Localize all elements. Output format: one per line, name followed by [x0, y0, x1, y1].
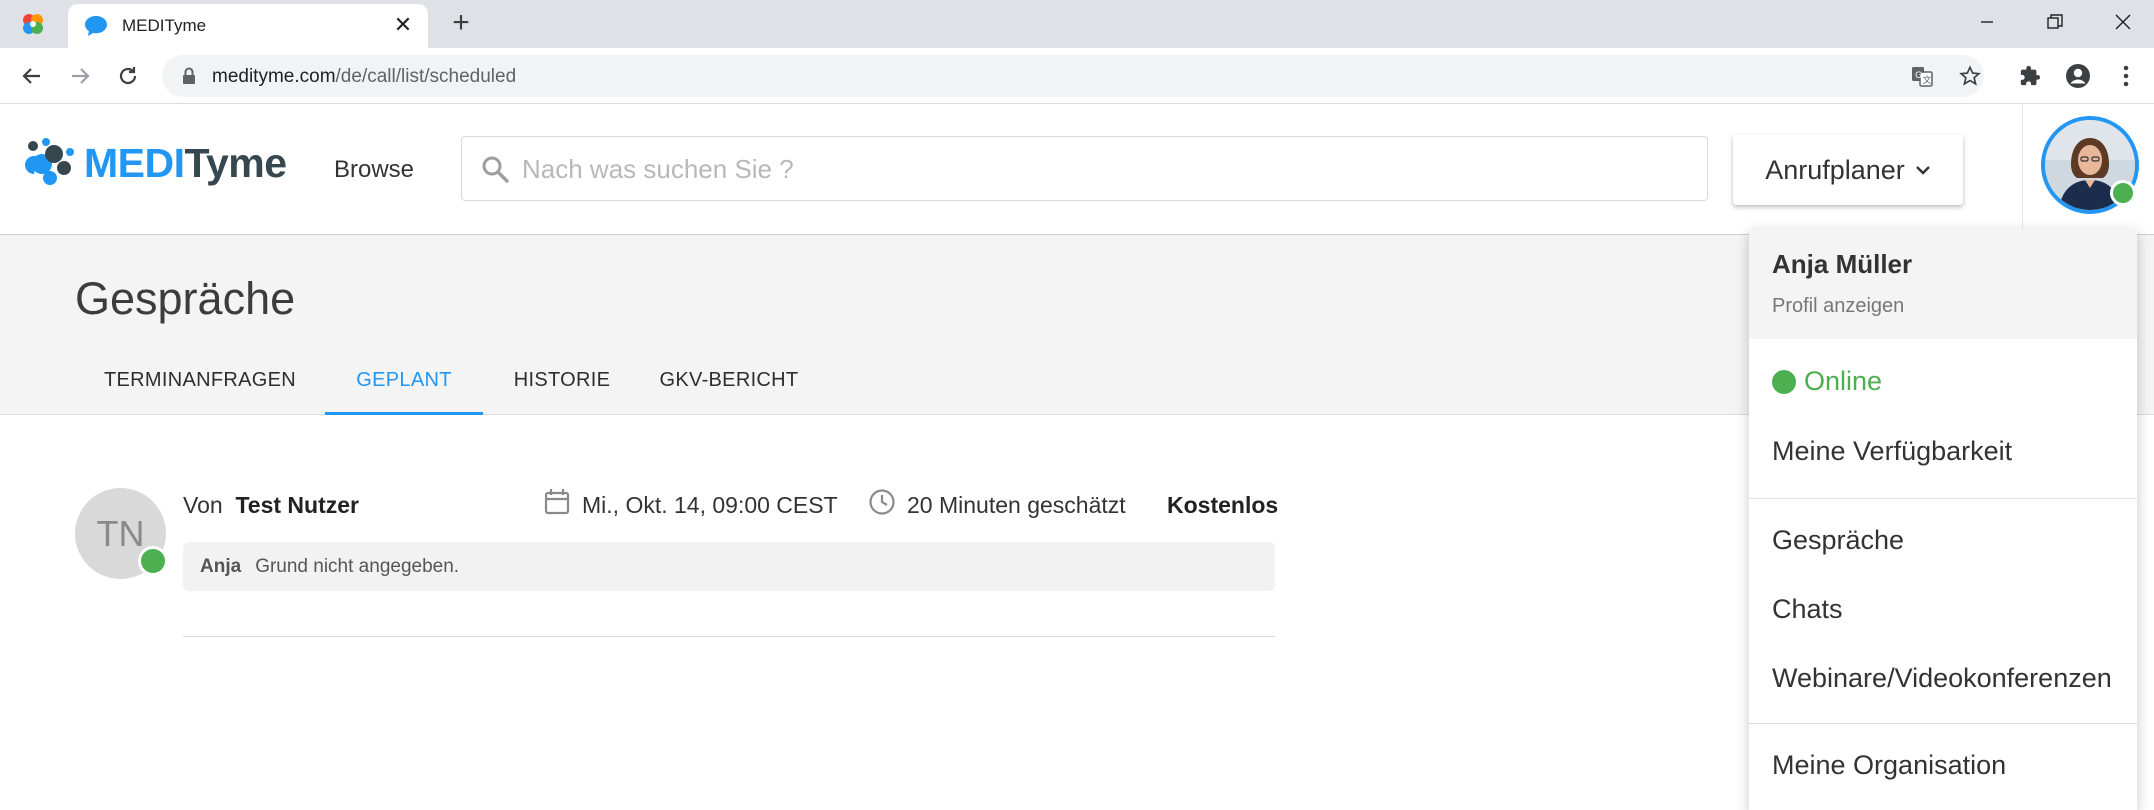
- menu-user-name: Anja Müller: [1772, 249, 1913, 279]
- browser-menu-dots-icon[interactable]: [2110, 60, 2142, 92]
- view-profile-link[interactable]: Profil anzeigen: [1772, 295, 1904, 318]
- list-divider: [183, 636, 1275, 637]
- search-box[interactable]: [461, 136, 1708, 201]
- app-header: MEDITyme Browse Anrufplaner: [0, 104, 2154, 235]
- pinned-tab-favicon-icon[interactable]: [18, 9, 48, 39]
- browser-tab-title: MEDITyme: [122, 16, 207, 35]
- menu-item-organization[interactable]: Meine Organisation: [1772, 750, 2006, 781]
- calendar-icon: [544, 488, 570, 516]
- svg-text:文: 文: [1923, 74, 1932, 86]
- profile-account-icon[interactable]: [2062, 60, 2094, 92]
- search-input[interactable]: [522, 149, 1672, 189]
- call-from: Von Test Nutzer: [183, 492, 359, 518]
- translate-icon[interactable]: G文: [1910, 64, 1934, 88]
- menu-item-chats[interactable]: Chats: [1772, 594, 1843, 625]
- back-arrow-icon[interactable]: [16, 60, 48, 92]
- online-status-dot: [1772, 369, 1796, 394]
- menu-item-availability[interactable]: Meine Verfügbarkeit: [1772, 436, 2012, 467]
- clock-icon: [868, 488, 896, 516]
- address-bar[interactable]: medityme.com/de/call/list/scheduled G文: [162, 55, 1984, 97]
- call-planner-label: Anrufplaner: [1765, 154, 1905, 185]
- logo-mark-icon: [25, 138, 74, 185]
- note-author: Anja: [200, 556, 242, 577]
- call-planner-dropdown-button[interactable]: Anrufplaner: [1733, 135, 1963, 205]
- call-duration: 20 Minuten geschätzt: [907, 492, 1126, 518]
- menu-profile-header[interactable]: Anja Müller Profil anzeigen: [1749, 229, 2137, 339]
- window-minimize-icon[interactable]: [1962, 4, 2012, 40]
- user-online-status-dot: [2110, 180, 2136, 206]
- tab-terminanfragen[interactable]: TERMINANFRAGEN: [84, 355, 316, 415]
- call-note: Anja Grund nicht angegeben.: [183, 542, 1275, 591]
- new-tab-plus-icon[interactable]: +: [446, 8, 476, 38]
- chevron-down-icon: [1915, 166, 1930, 175]
- logo-wordmark: MEDITyme: [84, 139, 287, 186]
- close-tab-icon[interactable]: ✕: [390, 12, 416, 38]
- header-divider: [2022, 104, 2023, 235]
- bookmark-star-icon[interactable]: [1958, 64, 1982, 88]
- caller-name[interactable]: Test Nutzer: [235, 492, 359, 518]
- menu-divider: [1749, 723, 2137, 724]
- call-price: Kostenlos: [1167, 492, 1279, 518]
- svg-text:G: G: [1915, 71, 1922, 81]
- forward-arrow-icon[interactable]: [64, 60, 96, 92]
- menu-item-calls[interactable]: Gespräche: [1772, 525, 1904, 556]
- browser-tab-active[interactable]: MEDITyme ✕: [68, 4, 428, 48]
- medityme-logo[interactable]: MEDITyme: [20, 134, 287, 192]
- tab-geplant[interactable]: GEPLANT: [325, 355, 483, 415]
- user-dropdown-menu: Anja Müller Profil anzeigen Online Meine…: [1749, 229, 2137, 810]
- window-close-icon[interactable]: [2098, 4, 2148, 40]
- tab-gkv-bericht[interactable]: GKV-BERICHT: [641, 355, 817, 415]
- extensions-puzzle-icon[interactable]: [2014, 60, 2046, 92]
- browser-toolbar: medityme.com/de/call/list/scheduled G文: [0, 48, 2154, 104]
- browser-tab-strip: MEDITyme ✕ +: [0, 0, 2154, 48]
- tab-historie[interactable]: HISTORIE: [492, 355, 632, 415]
- caller-online-status-dot: [138, 546, 168, 576]
- menu-item-webinars[interactable]: Webinare/Videokonferenzen: [1772, 663, 2112, 694]
- note-text: Grund nicht angegeben.: [255, 556, 460, 577]
- search-icon: [480, 154, 512, 186]
- menu-divider: [1749, 498, 2137, 499]
- window-restore-icon[interactable]: [2030, 4, 2080, 40]
- url-text: medityme.com/de/call/list/scheduled: [212, 66, 517, 87]
- call-datetime: Mi., Okt. 14, 09:00 CEST: [582, 492, 838, 518]
- menu-status-online[interactable]: Online: [1772, 366, 1882, 397]
- reload-icon[interactable]: [112, 60, 144, 92]
- chat-bubble-icon: [84, 15, 108, 37]
- page-title: Gespräche: [75, 273, 296, 324]
- lock-icon[interactable]: [180, 66, 198, 86]
- browse-link[interactable]: Browse: [334, 156, 414, 184]
